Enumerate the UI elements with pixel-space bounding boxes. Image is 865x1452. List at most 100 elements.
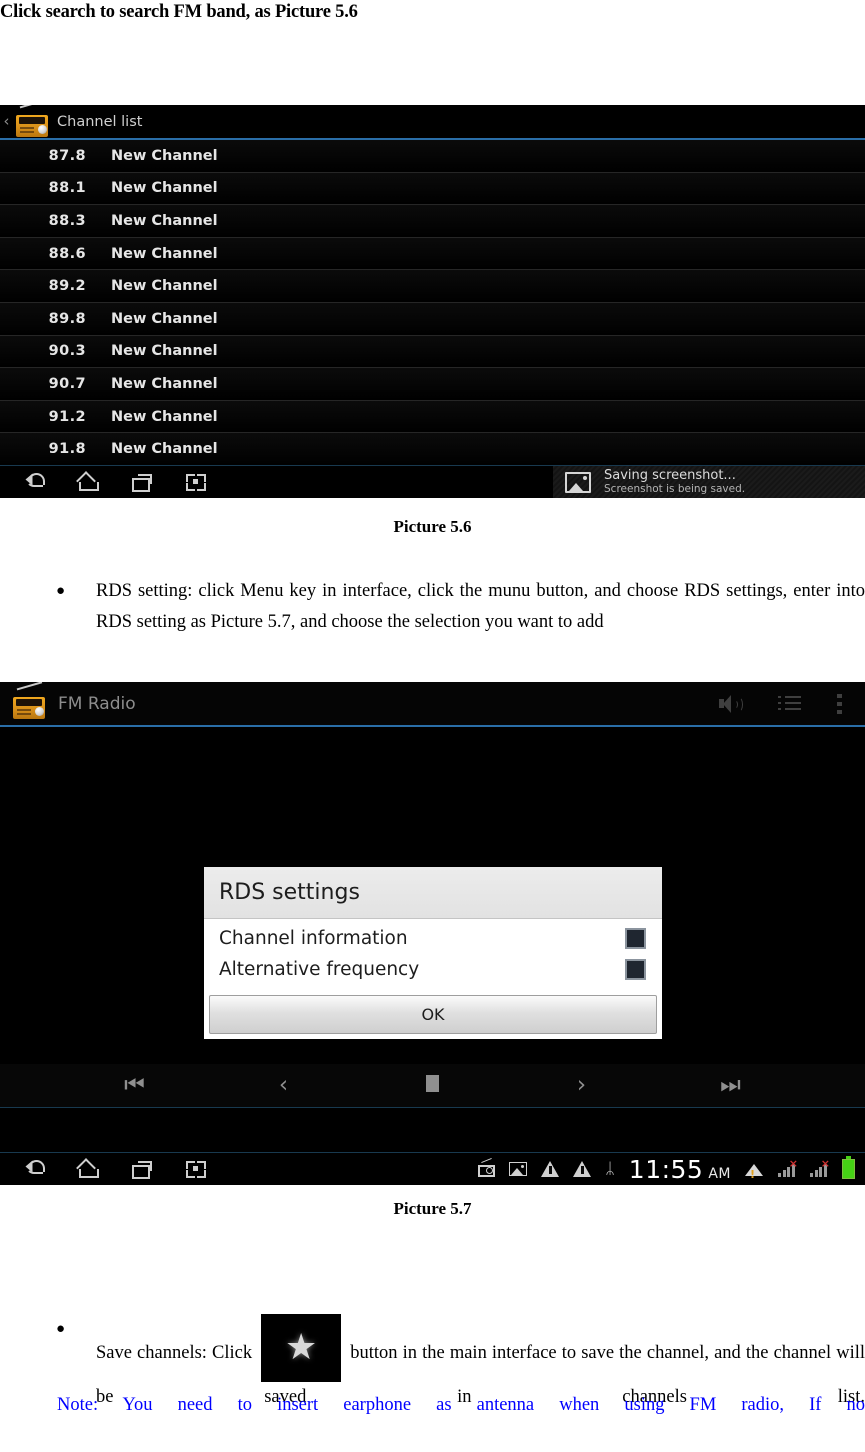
bullet-save-prefix: Save channels: Click — [96, 1343, 253, 1363]
image-status-icon — [509, 1162, 528, 1176]
caption-picture-5-6: Picture 5.6 — [393, 517, 472, 536]
previous-icon[interactable]: ‹ — [264, 1074, 304, 1097]
channel-name: New Channel — [111, 245, 218, 262]
rds-settings-dialog: RDS settings Channel information Alterna… — [201, 864, 665, 1042]
channel-name: New Channel — [111, 441, 218, 458]
channel-name: New Channel — [111, 147, 218, 164]
channel-frequency: 89.2 — [48, 278, 86, 295]
channel-frequency: 89.8 — [48, 310, 86, 327]
appbar-actions — [719, 693, 865, 714]
signal-x-mark: × — [820, 1157, 830, 1170]
radio-icon — [13, 105, 51, 137]
bullet-marker-icon: ● — [56, 1321, 66, 1337]
note-text-content: Note: You need to insert earphone as ant… — [57, 1395, 865, 1415]
channel-list-title: Channel list — [57, 113, 143, 130]
channel-row[interactable]: 90.7 New Channel — [0, 368, 865, 401]
screenshot-icon[interactable] — [184, 1158, 208, 1180]
channel-name: New Channel — [111, 343, 218, 360]
channel-list-appbar: ‹ Channel list — [0, 105, 865, 140]
skip-previous-icon[interactable]: ⏮ — [115, 1074, 155, 1097]
fm-radio-title: FM Radio — [58, 693, 136, 714]
star-icon: ★ — [285, 1327, 318, 1368]
channel-frequency: 91.8 — [48, 441, 86, 458]
ok-button[interactable]: OK — [209, 995, 657, 1034]
navigation-keys — [0, 1158, 208, 1180]
system-navigation-bar: ᛦ 11:55 AM ! × × — [0, 1152, 865, 1185]
channel-frequency: 91.2 — [48, 408, 86, 425]
back-chevron-icon[interactable]: ‹ — [0, 114, 13, 129]
option-label: Channel information — [219, 928, 408, 949]
status-bar[interactable]: ᛦ 11:55 AM ! × × — [478, 1154, 865, 1184]
signal-x-mark: × — [788, 1157, 798, 1170]
channel-row[interactable]: 91.8 New Channel — [0, 433, 865, 466]
back-icon[interactable] — [22, 471, 48, 493]
radio-status-icon — [478, 1157, 496, 1177]
channel-row[interactable]: 91.2 New Channel — [0, 400, 865, 434]
saving-screenshot-notification[interactable]: Saving screenshot... Screenshot is being… — [553, 466, 865, 498]
battery-icon — [842, 1156, 855, 1179]
list-icon[interactable] — [778, 695, 802, 713]
channel-name: New Channel — [111, 408, 218, 425]
stop-icon[interactable] — [413, 1074, 453, 1097]
bullet-rds-setting: ● RDS setting: click Menu key in interfa… — [56, 576, 865, 638]
note-text: Note: You need to insert earphone as ant… — [57, 1390, 865, 1452]
channel-name: New Channel — [111, 375, 218, 392]
signal-icon-1: × — [778, 1157, 798, 1177]
recents-icon[interactable] — [130, 1158, 156, 1180]
option-label: Alternative frequency — [219, 959, 420, 980]
dialog-options: Channel information Alternative frequenc… — [204, 919, 662, 991]
recents-icon[interactable] — [130, 471, 156, 493]
radio-icon — [10, 682, 48, 719]
home-icon[interactable] — [76, 471, 102, 493]
save-channel-star-button[interactable]: ★ — [261, 1314, 342, 1382]
channel-frequency: 87.8 — [48, 147, 86, 164]
clock-time: 11:55 — [628, 1154, 704, 1184]
channel-frequency: 88.3 — [48, 212, 86, 229]
notification-subtitle: Screenshot is being saved. — [604, 483, 746, 496]
channel-row[interactable]: 88.6 New Channel — [0, 237, 865, 271]
page-title: Click search to search FM band, as Pictu… — [0, 2, 358, 22]
clock-ampm: AM — [708, 1165, 731, 1182]
screenshot-fm-radio: FM Radio RDS settings Channel informatio… — [0, 682, 865, 1185]
channel-name: New Channel — [111, 212, 218, 229]
channel-row[interactable]: 87.8 New Channel — [0, 140, 865, 173]
wifi-icon: ! — [745, 1161, 764, 1181]
system-navigation-bar: Saving screenshot... Screenshot is being… — [0, 465, 865, 498]
next-icon[interactable]: › — [562, 1074, 602, 1097]
option-row-channel-information[interactable]: Channel information — [204, 923, 662, 954]
warning-icon — [573, 1161, 592, 1177]
overflow-menu-icon[interactable] — [837, 693, 843, 714]
dialog-title-bar: RDS settings — [204, 867, 662, 919]
wifi-alert: ! — [750, 1167, 756, 1181]
channel-frequency: 90.7 — [48, 375, 86, 392]
channel-row[interactable]: 89.8 New Channel — [0, 302, 865, 336]
fm-radio-appbar: FM Radio — [0, 682, 865, 727]
bluetooth-icon: ᛦ — [605, 1159, 615, 1178]
media-transport-bar: ⏮ ‹ › ⏭ — [0, 1064, 865, 1108]
channel-row[interactable]: 88.1 New Channel — [0, 172, 865, 206]
navigation-keys — [0, 471, 208, 493]
screenshot-channel-list: ‹ Channel list 87.8 New Channel 88.1 New Ch… — [0, 105, 865, 498]
caption-picture-5-7: Picture 5.7 — [393, 1199, 472, 1218]
skip-next-icon[interactable]: ⏭ — [711, 1074, 751, 1097]
dialog-actions: OK — [204, 991, 662, 1039]
channel-name: New Channel — [111, 180, 218, 197]
home-icon[interactable] — [76, 1158, 102, 1180]
channel-row[interactable]: 89.2 New Channel — [0, 270, 865, 303]
channel-frequency: 88.1 — [48, 180, 86, 197]
channel-row[interactable]: 90.3 New Channel — [0, 335, 865, 369]
channel-list: 87.8 New Channel 88.1 New Channel 88.3 New Ch… — [0, 140, 865, 466]
option-row-alternative-frequency[interactable]: Alternative frequency — [204, 954, 662, 985]
channel-name: New Channel — [111, 310, 218, 327]
channel-row[interactable]: 88.3 New Channel — [0, 205, 865, 238]
channel-information-checkbox[interactable] — [625, 928, 646, 949]
channel-frequency: 90.3 — [48, 343, 86, 360]
warning-icon — [541, 1161, 560, 1177]
speaker-icon[interactable] — [719, 694, 743, 714]
channel-frequency: 88.6 — [48, 245, 86, 262]
bullet-rds-text: RDS setting: click Menu key in interface… — [96, 581, 865, 632]
screenshot-icon[interactable] — [184, 471, 208, 493]
image-icon — [565, 471, 591, 493]
alternative-frequency-checkbox[interactable] — [625, 959, 646, 980]
back-icon[interactable] — [22, 1158, 48, 1180]
